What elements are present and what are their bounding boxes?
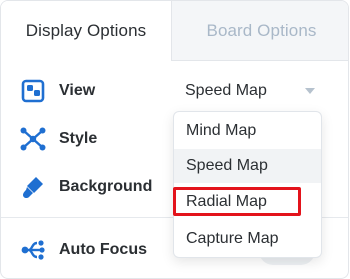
dropdown-option-speed-map[interactable]: Speed Map bbox=[174, 149, 321, 183]
auto-focus-label: Auto Focus bbox=[59, 241, 147, 258]
dropdown-option-capture-map[interactable]: Capture Map bbox=[174, 222, 321, 256]
display-options-panel: Display Options Board Options View Speed… bbox=[0, 0, 349, 279]
style-nodes-icon bbox=[19, 125, 47, 153]
dropdown-option-mind-map[interactable]: Mind Map bbox=[174, 114, 321, 148]
view-label: View bbox=[59, 82, 96, 99]
view-select[interactable]: Speed Map bbox=[173, 75, 323, 107]
paint-brush-icon bbox=[19, 173, 47, 201]
options-tabs: Display Options Board Options bbox=[1, 1, 348, 61]
chevron-down-icon[interactable] bbox=[305, 88, 315, 94]
view-select-value: Speed Map bbox=[185, 82, 267, 99]
auto-focus-icon bbox=[19, 236, 47, 264]
tab-board-options[interactable]: Board Options bbox=[171, 1, 348, 61]
view-dropdown-menu: Mind Map Speed Map Radial Map Capture Ma… bbox=[173, 111, 322, 258]
background-label: Background bbox=[59, 178, 153, 195]
view-layout-icon bbox=[19, 77, 47, 105]
dropdown-option-radial-map[interactable]: Radial Map bbox=[174, 185, 321, 219]
style-label: Style bbox=[59, 130, 98, 147]
tab-display-options[interactable]: Display Options bbox=[1, 1, 171, 61]
